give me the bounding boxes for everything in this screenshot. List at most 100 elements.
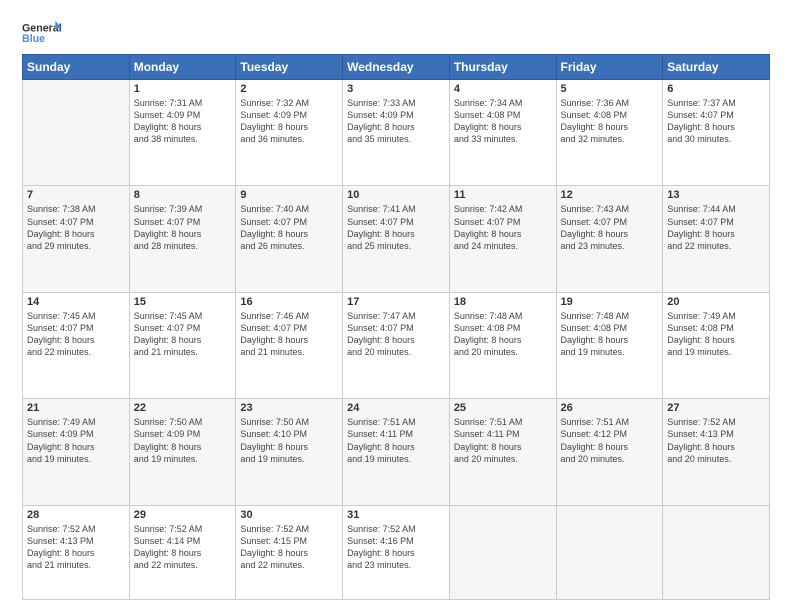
day-info: Sunrise: 7:48 AM Sunset: 4:08 PM Dayligh… [561,310,659,359]
calendar-cell: 6 Sunrise: 7:37 AM Sunset: 4:07 PM Daylig… [663,80,770,186]
day-number: 30 [240,509,338,521]
day-info: Sunrise: 7:47 AM Sunset: 4:07 PM Dayligh… [347,310,445,359]
day-info: Sunrise: 7:45 AM Sunset: 4:07 PM Dayligh… [27,310,125,359]
calendar-cell [23,80,130,186]
day-number: 18 [454,296,552,308]
calendar-cell: 3 Sunrise: 7:33 AM Sunset: 4:09 PM Daylig… [343,80,450,186]
day-number: 23 [240,402,338,414]
day-info: Sunrise: 7:40 AM Sunset: 4:07 PM Dayligh… [240,203,338,252]
calendar-week-row: 28Sunrise: 7:52 AM Sunset: 4:13 PM Dayli… [23,505,770,599]
day-number: 21 [27,402,125,414]
calendar-cell: 23 Sunrise: 7:50 AM Sunset: 4:10 PM Dayli… [236,399,343,505]
weekday-header-wednesday: Wednesday [343,55,450,80]
day-number: 15 [134,296,232,308]
day-info: Sunrise: 7:31 AM Sunset: 4:09 PM Dayligh… [134,97,232,146]
day-info: Sunrise: 7:42 AM Sunset: 4:07 PM Dayligh… [454,203,552,252]
day-info: Sunrise: 7:50 AM Sunset: 4:10 PM Dayligh… [240,416,338,465]
day-info: Sunrise: 7:45 AM Sunset: 4:07 PM Dayligh… [134,310,232,359]
day-info: Sunrise: 7:49 AM Sunset: 4:09 PM Dayligh… [27,416,125,465]
day-number: 13 [667,189,765,201]
day-info: Sunrise: 7:52 AM Sunset: 4:15 PM Dayligh… [240,523,338,572]
calendar-cell: 27 Sunrise: 7:52 AM Sunset: 4:13 PM Dayli… [663,399,770,505]
day-number: 29 [134,509,232,521]
calendar-week-row: 1 Sunrise: 7:31 AM Sunset: 4:09 PM Daylig… [23,80,770,186]
calendar-week-row: 21 Sunrise: 7:49 AM Sunset: 4:09 PM Dayli… [23,399,770,505]
calendar-cell: 12Sunrise: 7:43 AM Sunset: 4:07 PM Dayli… [556,186,663,292]
day-info: Sunrise: 7:52 AM Sunset: 4:16 PM Dayligh… [347,523,445,572]
day-info: Sunrise: 7:34 AM Sunset: 4:08 PM Dayligh… [454,97,552,146]
day-number: 11 [454,189,552,201]
day-info: Sunrise: 7:52 AM Sunset: 4:13 PM Dayligh… [667,416,765,465]
calendar-cell: 17 Sunrise: 7:47 AM Sunset: 4:07 PM Dayli… [343,292,450,398]
day-info: Sunrise: 7:37 AM Sunset: 4:07 PM Dayligh… [667,97,765,146]
calendar-cell: 25 Sunrise: 7:51 AM Sunset: 4:11 PM Dayli… [449,399,556,505]
calendar-cell: 16 Sunrise: 7:46 AM Sunset: 4:07 PM Dayli… [236,292,343,398]
day-number: 27 [667,402,765,414]
day-number: 25 [454,402,552,414]
weekday-header-thursday: Thursday [449,55,556,80]
logo: General Blue [22,18,62,46]
day-number: 7 [27,189,125,201]
day-info: Sunrise: 7:38 AM Sunset: 4:07 PM Dayligh… [27,203,125,252]
day-info: Sunrise: 7:51 AM Sunset: 4:11 PM Dayligh… [347,416,445,465]
day-info: Sunrise: 7:51 AM Sunset: 4:11 PM Dayligh… [454,416,552,465]
calendar-cell: 19 Sunrise: 7:48 AM Sunset: 4:08 PM Dayli… [556,292,663,398]
day-info: Sunrise: 7:46 AM Sunset: 4:07 PM Dayligh… [240,310,338,359]
calendar-cell [449,505,556,599]
calendar-cell: 14 Sunrise: 7:45 AM Sunset: 4:07 PM Dayli… [23,292,130,398]
calendar-cell: 11 Sunrise: 7:42 AM Sunset: 4:07 PM Dayli… [449,186,556,292]
day-number: 22 [134,402,232,414]
day-number: 10 [347,189,445,201]
calendar-cell: 29 Sunrise: 7:52 AM Sunset: 4:14 PM Dayli… [129,505,236,599]
day-number: 26 [561,402,659,414]
day-number: 24 [347,402,445,414]
day-number: 6 [667,83,765,95]
header: General Blue [22,18,770,46]
day-number: 1 [134,83,232,95]
day-number: 5 [561,83,659,95]
day-number: 4 [454,83,552,95]
day-info: Sunrise: 7:51 AM Sunset: 4:12 PM Dayligh… [561,416,659,465]
day-info: Sunrise: 7:44 AM Sunset: 4:07 PM Dayligh… [667,203,765,252]
calendar-cell: 7 Sunrise: 7:38 AM Sunset: 4:07 PM Daylig… [23,186,130,292]
calendar-cell: 13 Sunrise: 7:44 AM Sunset: 4:07 PM Dayli… [663,186,770,292]
day-info: Sunrise: 7:41 AM Sunset: 4:07 PM Dayligh… [347,203,445,252]
day-info: Sunrise: 7:32 AM Sunset: 4:09 PM Dayligh… [240,97,338,146]
calendar-cell: 30 Sunrise: 7:52 AM Sunset: 4:15 PM Dayli… [236,505,343,599]
day-number: 8 [134,189,232,201]
day-info: Sunrise: 7:48 AM Sunset: 4:08 PM Dayligh… [454,310,552,359]
day-info: Sunrise: 7:52 AM Sunset: 4:14 PM Dayligh… [134,523,232,572]
calendar-cell: 26 Sunrise: 7:51 AM Sunset: 4:12 PM Dayli… [556,399,663,505]
calendar-cell [663,505,770,599]
calendar-cell: 8 Sunrise: 7:39 AM Sunset: 4:07 PM Daylig… [129,186,236,292]
day-info: Sunrise: 7:33 AM Sunset: 4:09 PM Dayligh… [347,97,445,146]
day-info: Sunrise: 7:49 AM Sunset: 4:08 PM Dayligh… [667,310,765,359]
calendar-cell: 24 Sunrise: 7:51 AM Sunset: 4:11 PM Dayli… [343,399,450,505]
day-number: 31 [347,509,445,521]
calendar-table: SundayMondayTuesdayWednesdayThursdayFrid… [22,54,770,600]
calendar-week-row: 14 Sunrise: 7:45 AM Sunset: 4:07 PM Dayli… [23,292,770,398]
calendar-cell: 18 Sunrise: 7:48 AM Sunset: 4:08 PM Dayli… [449,292,556,398]
calendar-cell: 10 Sunrise: 7:41 AM Sunset: 4:07 PM Dayli… [343,186,450,292]
weekday-header-row: SundayMondayTuesdayWednesdayThursdayFrid… [23,55,770,80]
day-info: Sunrise: 7:39 AM Sunset: 4:07 PM Dayligh… [134,203,232,252]
weekday-header-saturday: Saturday [663,55,770,80]
calendar-cell [556,505,663,599]
weekday-header-sunday: Sunday [23,55,130,80]
day-number: 16 [240,296,338,308]
calendar-cell: 9Sunrise: 7:40 AM Sunset: 4:07 PM Daylig… [236,186,343,292]
day-info: Sunrise: 7:43 AM Sunset: 4:07 PM Dayligh… [561,203,659,252]
logo-svg: General Blue [22,18,62,46]
calendar-cell: 15 Sunrise: 7:45 AM Sunset: 4:07 PM Dayli… [129,292,236,398]
calendar-cell: 2Sunrise: 7:32 AM Sunset: 4:09 PM Daylig… [236,80,343,186]
weekday-header-friday: Friday [556,55,663,80]
day-number: 20 [667,296,765,308]
day-number: 3 [347,83,445,95]
day-info: Sunrise: 7:36 AM Sunset: 4:08 PM Dayligh… [561,97,659,146]
day-number: 19 [561,296,659,308]
calendar-cell: 1 Sunrise: 7:31 AM Sunset: 4:09 PM Daylig… [129,80,236,186]
day-number: 14 [27,296,125,308]
day-number: 28 [27,509,125,521]
calendar-cell: 20 Sunrise: 7:49 AM Sunset: 4:08 PM Dayli… [663,292,770,398]
day-number: 17 [347,296,445,308]
